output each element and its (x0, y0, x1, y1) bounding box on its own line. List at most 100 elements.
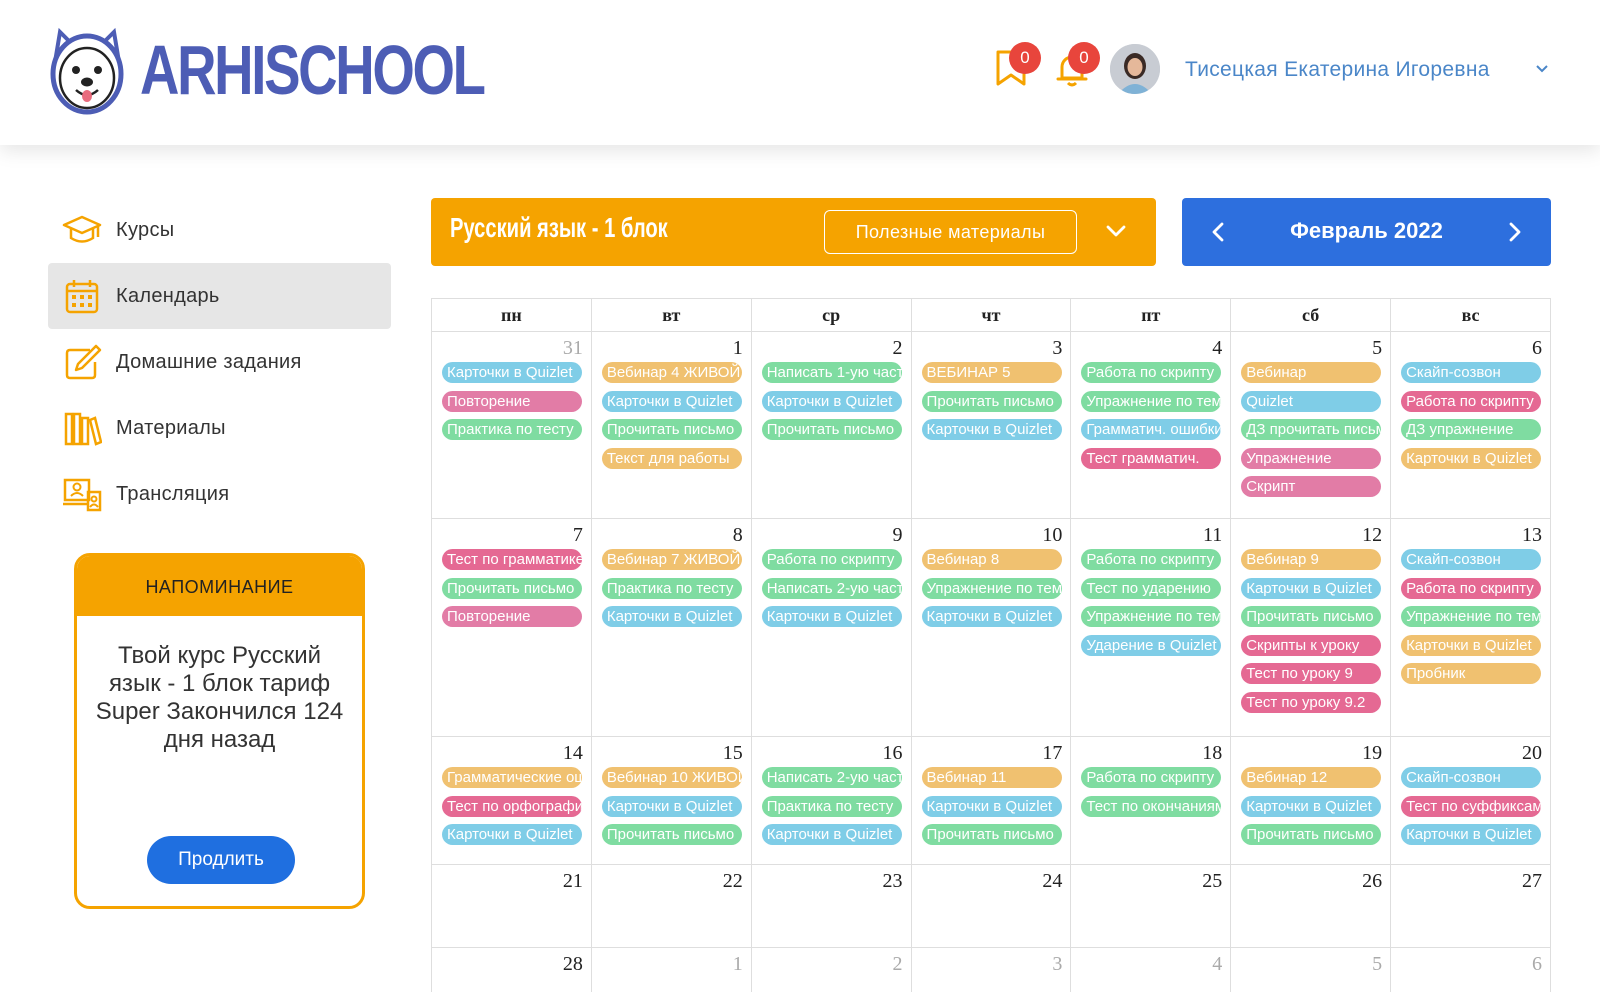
calendar-event[interactable]: Вебинар 10 ЖИВОЙ (601, 767, 742, 788)
calendar-day-cell[interactable]: 9 Работа по скрипту Написать 2-ую часть Кар… (750, 518, 912, 737)
calendar-day-cell[interactable]: 16 Написать 2-ую часть Практика по тесту Ка… (750, 736, 912, 865)
calendar-event[interactable]: Скрипты к уроку (1241, 634, 1382, 656)
calendar-event[interactable]: Упражнение по теме (1081, 606, 1222, 628)
calendar-event[interactable]: Тест по уроку 9.2 (1241, 691, 1382, 713)
calendar-day-cell[interactable]: 5 (1230, 947, 1392, 992)
avatar[interactable] (1110, 44, 1160, 94)
calendar-event[interactable]: Текст для работы (601, 447, 742, 469)
calendar-event[interactable]: Карточки в Quizlet (601, 390, 742, 412)
calendar-event[interactable]: Карточки в Quizlet (601, 606, 742, 628)
calendar-event[interactable]: Скайп-созвон (1401, 549, 1542, 570)
calendar-event[interactable]: Упражнение (1241, 447, 1382, 469)
sidebar-item-materials[interactable]: Материалы (48, 395, 391, 461)
calendar-event[interactable]: Упражнение по теме (921, 577, 1062, 599)
calendar-event[interactable]: Прочитать письмо (921, 824, 1062, 846)
calendar-event[interactable]: Грамматич. ошибки (1081, 419, 1222, 441)
calendar-day-cell[interactable]: 17 Вебинар 11 Карточки в Quizlet Прочитать … (910, 736, 1072, 865)
calendar-day-cell[interactable]: 19 Вебинар 12 Карточки в Quizlet Прочитать … (1230, 736, 1392, 865)
calendar-day-cell[interactable]: 15 Вебинар 10 ЖИВОЙ Карточки в Quizlet Проч… (590, 736, 752, 865)
calendar-event[interactable]: Написать 2-ую часть (761, 577, 902, 599)
calendar-day-cell[interactable]: 5 Вебинар Quizlet ДЗ прочитать письмо Упражн… (1230, 331, 1392, 519)
calendar-event[interactable]: Скайп-созвон (1401, 362, 1542, 383)
sidebar-item-homework[interactable]: Домашние задания (48, 329, 391, 395)
calendar-event[interactable]: Тест по суффиксам (1401, 795, 1542, 817)
calendar-day-cell[interactable]: 7 Тест по грамматике Прочитать письмо Повто… (431, 518, 592, 737)
calendar-event[interactable]: Тест по уроку 9 (1241, 663, 1382, 685)
calendar-event[interactable]: Карточки в Quizlet (442, 362, 582, 383)
calendar-event[interactable]: Упражнение по теме (1401, 606, 1542, 628)
calendar-event[interactable]: Прочитать письмо (601, 419, 742, 441)
useful-materials-button[interactable]: Полезные материалы (824, 210, 1077, 254)
calendar-event[interactable]: ДЗ прочитать письмо (1241, 419, 1382, 441)
calendar-day-cell[interactable]: 22 (590, 864, 752, 948)
calendar-event[interactable]: Вебинар 9 (1241, 549, 1382, 570)
calendar-event[interactable]: ВЕБИНАР 5 (921, 362, 1062, 383)
calendar-event[interactable]: Ударение в Quizlet (1081, 634, 1222, 656)
calendar-event[interactable]: Прочитать письмо (442, 577, 582, 599)
calendar-event[interactable]: Пробник (1401, 663, 1542, 685)
calendar-event[interactable]: Работа по скрипту (1401, 390, 1542, 412)
calendar-event[interactable]: Вебинар 7 ЖИВОЙ (601, 549, 742, 570)
calendar-day-cell[interactable]: 18 Работа по скрипту Тест по окончаниям (1070, 736, 1232, 865)
calendar-event[interactable]: Практика по тесту (761, 795, 902, 817)
calendar-event[interactable]: Прочитать письмо (1241, 606, 1382, 628)
calendar-event[interactable]: Прочитать письмо (1241, 824, 1382, 846)
calendar-day-cell[interactable]: 28 (431, 947, 592, 992)
calendar-event[interactable]: Карточки в Quizlet (601, 795, 742, 817)
calendar-event[interactable]: Тест по орфографии (442, 795, 582, 817)
sidebar-item-broadcast[interactable]: Трансляция (48, 461, 391, 527)
calendar-event[interactable]: Карточки в Quizlet (761, 824, 902, 846)
sidebar-item-calendar[interactable]: Календарь (48, 263, 391, 329)
calendar-event[interactable]: Вебинар (1241, 362, 1382, 383)
calendar-day-cell[interactable]: 6 (1390, 947, 1551, 992)
calendar-event[interactable]: Практика по тесту (601, 577, 742, 599)
calendar-day-cell[interactable]: 2 (750, 947, 912, 992)
calendar-event[interactable]: Карточки в Quizlet (1241, 577, 1382, 599)
calendar-event[interactable]: Тест грамматич. (1081, 447, 1222, 469)
calendar-day-cell[interactable]: 2 Написать 1-ую часть Карточки в Quizlet Пр… (750, 331, 912, 519)
calendar-day-cell[interactable]: 3 (910, 947, 1072, 992)
calendar-event[interactable]: Грамматические ошибки (442, 767, 582, 788)
logo[interactable]: ARHISCHOOL (46, 22, 581, 118)
renew-button[interactable]: Продлить (147, 836, 295, 884)
user-name[interactable]: Тисецкая Екатерина Игоревна (1185, 58, 1490, 82)
calendar-day-cell[interactable]: 10 Вебинар 8 Упражнение по теме Карточки в … (910, 518, 1072, 737)
calendar-event[interactable]: Карточки в Quizlet (921, 606, 1062, 628)
calendar-event[interactable]: Скрипт (1241, 476, 1382, 498)
calendar-event[interactable]: Тест по окончаниям (1081, 795, 1222, 817)
calendar-event[interactable]: Quizlet (1241, 390, 1382, 412)
calendar-event[interactable]: Работа по скрипту (1401, 577, 1542, 599)
calendar-day-cell[interactable]: 13 Скайп-созвон Работа по скрипту Упражнени… (1390, 518, 1551, 737)
calendar-event[interactable]: Скайп-созвон (1401, 767, 1542, 788)
calendar-event[interactable]: ДЗ упражнение (1401, 419, 1542, 441)
calendar-day-cell[interactable]: 1 (590, 947, 752, 992)
calendar-day-cell[interactable]: 31 Карточки в Quizlet Повторение Практика п… (431, 331, 592, 519)
calendar-event[interactable]: Вебинар 8 (921, 549, 1062, 570)
calendar-event[interactable]: Вебинар 12 (1241, 767, 1382, 788)
calendar-event[interactable]: Работа по скрипту (1081, 767, 1222, 788)
calendar-event[interactable]: Карточки в Quizlet (1401, 634, 1542, 656)
calendar-event[interactable]: Повторение (442, 390, 582, 412)
calendar-event[interactable]: Карточки в Quizlet (761, 390, 902, 412)
calendar-day-cell[interactable]: 25 (1070, 864, 1232, 948)
calendar-event[interactable]: Карточки в Quizlet (921, 795, 1062, 817)
calendar-day-cell[interactable]: 6 Скайп-созвон Работа по скрипту ДЗ упражне… (1390, 331, 1551, 519)
calendar-day-cell[interactable]: 20 Скайп-созвон Тест по суффиксам Карточки … (1390, 736, 1551, 865)
calendar-day-cell[interactable]: 14 Грамматические ошибки Тест по орфографи… (431, 736, 592, 865)
calendar-event[interactable]: Вебинар 11 (921, 767, 1062, 788)
calendar-event[interactable]: Карточки в Quizlet (761, 606, 902, 628)
calendar-event[interactable]: Написать 2-ую часть (761, 767, 902, 788)
calendar-event[interactable]: Карточки в Quizlet (442, 824, 582, 846)
calendar-event[interactable]: Карточки в Quizlet (1401, 824, 1542, 846)
calendar-event[interactable]: Практика по тесту (442, 419, 582, 441)
calendar-day-cell[interactable]: 11 Работа по скрипту Тест по ударению Упраж… (1070, 518, 1232, 737)
sidebar-item-courses[interactable]: Курсы (48, 197, 391, 263)
calendar-day-cell[interactable]: 1 Вебинар 4 ЖИВОЙ Карточки в Quizlet Прочит… (590, 331, 752, 519)
calendar-day-cell[interactable]: 4 Работа по скрипту Упражнение по теме Грам… (1070, 331, 1232, 519)
calendar-event[interactable]: Карточки в Quizlet (1241, 795, 1382, 817)
calendar-event[interactable]: Прочитать письмо (601, 824, 742, 846)
calendar-event[interactable]: Прочитать письмо (761, 419, 902, 441)
chevron-down-icon[interactable] (1103, 218, 1129, 244)
calendar-day-cell[interactable]: 4 (1070, 947, 1232, 992)
calendar-event[interactable]: Карточки в Quizlet (921, 419, 1062, 441)
